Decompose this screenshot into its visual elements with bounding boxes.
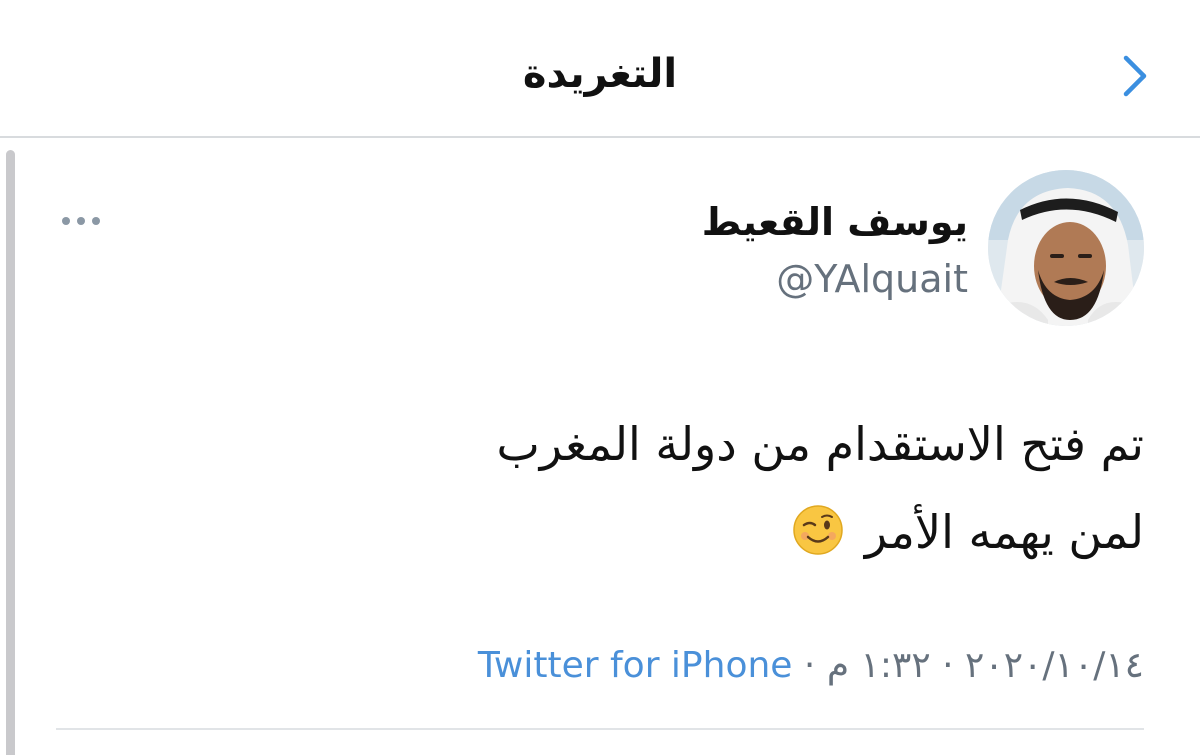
navigation-header: التغريدة: [0, 0, 1200, 138]
tweet-text-line: لمن يهمه الأمر: [244, 488, 1144, 576]
tweet-detail-screen: التغريدة يوسف القعيط @YAlquait تم فتح ال…: [0, 0, 1200, 755]
page-title: التغريدة: [522, 51, 678, 97]
avatar[interactable]: [988, 170, 1144, 326]
divider: [56, 728, 1144, 730]
separator-dot: ·: [803, 645, 816, 686]
separator-dot: ·: [942, 645, 954, 686]
back-button[interactable]: [1108, 48, 1164, 104]
profile-photo: [988, 170, 1144, 326]
tweet-metadata: ٢٠٢٠/١٠/١٤ · ١:٣٢ م · Twitter for iPhone: [478, 640, 1144, 692]
tweet-time: ١:٣٢ م: [826, 645, 931, 686]
tweet-text-content: لمن يهمه الأمر: [864, 505, 1144, 559]
user-handle[interactable]: @YAlquait: [776, 254, 968, 304]
tweet-text-line: تم فتح الاستقدام من دولة المغرب: [496, 417, 1144, 471]
display-name[interactable]: يوسف القعيط: [702, 194, 968, 250]
chevron-right-icon: [1123, 55, 1147, 97]
tweet-source-link[interactable]: Twitter for iPhone: [478, 645, 793, 686]
winking-face-emoji: [793, 504, 843, 555]
tweet-date: ٢٠٢٠/١٠/١٤: [965, 645, 1144, 686]
tweet-text: تم فتح الاستقدام من دولة المغرب لمن يهمه…: [244, 400, 1144, 576]
more-options-button[interactable]: [56, 206, 106, 236]
ellipsis-icon: [62, 217, 100, 225]
scroll-indicator[interactable]: [6, 150, 15, 755]
